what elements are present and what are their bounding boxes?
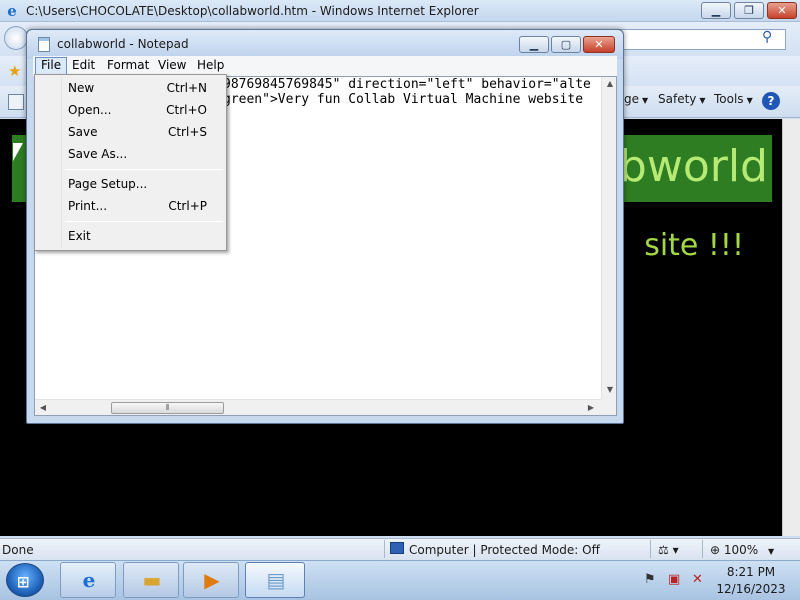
help-icon[interactable]: ? [762, 92, 780, 110]
tools-menu-label: Tools [714, 92, 744, 106]
chevron-down-icon: ▼ [768, 547, 775, 556]
tray-clock-date[interactable]: 12/16/2023 [716, 582, 786, 596]
scrollbar-corner [601, 399, 616, 415]
chevron-down-icon: ▼ [642, 96, 649, 105]
page-menu-label: ge [624, 92, 639, 106]
menu-item-save[interactable]: Save Ctrl+S [37, 121, 224, 143]
menu-view[interactable]: View [153, 57, 191, 75]
menu-item-shortcut: Ctrl+P [168, 199, 207, 213]
ie-minimize-button[interactable]: ▁ [701, 2, 731, 19]
menu-separator [65, 169, 223, 170]
menu-item-shortcut: Ctrl+N [166, 81, 207, 95]
action-center-flag-icon[interactable]: ⚑ [644, 572, 656, 587]
quick-tabs-icon[interactable] [8, 94, 24, 110]
menu-help[interactable]: Help [192, 57, 229, 75]
zoom-control[interactable]: ⊕ 100% ▼ [710, 543, 774, 557]
scroll-up-icon[interactable]: ▲ [602, 79, 616, 88]
notepad-maximize-button[interactable]: ▢ [551, 36, 581, 53]
ie-logo-icon: e [7, 2, 17, 20]
ie-icon: e [82, 568, 96, 592]
network-icon[interactable]: ▣ [668, 572, 680, 587]
notepad-close-button[interactable]: ✕ [583, 36, 615, 53]
menu-item-new[interactable]: New Ctrl+N [37, 77, 224, 99]
menu-item-exit[interactable]: Exit [37, 225, 224, 247]
ie-maximize-button[interactable]: ❐ [734, 2, 764, 19]
safety-menu-label: Safety [658, 92, 697, 106]
notepad-vertical-scrollbar[interactable]: ▲ ▼ [601, 77, 616, 399]
back-button[interactable] [4, 26, 28, 50]
chevron-down-icon: ▼ [746, 96, 753, 105]
status-divider [384, 540, 385, 558]
menu-item-save-as[interactable]: Save As... [37, 143, 224, 165]
favorites-star-icon[interactable]: ★ [8, 62, 21, 80]
chevron-down-icon: ▼ [699, 96, 706, 105]
tools-menu-button[interactable]: Tools ▼ [714, 92, 753, 106]
tray-clock-time[interactable]: 8:21 PM [716, 565, 786, 579]
menu-separator [65, 221, 223, 222]
menu-item-label: Exit [68, 229, 91, 243]
menu-item-label: New [68, 81, 95, 95]
menu-item-label: Save [68, 125, 98, 139]
banner-text: bworld [618, 141, 768, 192]
mouse-cursor-icon [13, 143, 23, 161]
windows-logo-icon: ⊞ [17, 573, 30, 591]
taskbar-ie-button[interactable]: e [60, 562, 116, 598]
ie-window-title: C:\Users\CHOCOLATE\Desktop\collabworld.h… [26, 4, 479, 18]
notepad-icon: ▤ [266, 568, 286, 592]
notepad-menubar: File Edit Format View Help [33, 56, 617, 76]
safety-filter-icon[interactable]: ⚖ ▾ [658, 543, 679, 557]
menu-item-label: Print... [68, 199, 108, 213]
menu-item-open[interactable]: Open... Ctrl+O [37, 99, 224, 121]
menu-item-shortcut: Ctrl+S [167, 125, 207, 139]
file-menu-dropdown: New Ctrl+N Open... Ctrl+O Save Ctrl+S Save … [34, 74, 227, 251]
zoom-icon: ⊕ [710, 543, 721, 557]
scroll-left-icon[interactable]: ◀ [35, 403, 51, 412]
scroll-down-icon[interactable]: ▼ [602, 385, 616, 394]
status-divider [702, 540, 703, 558]
menu-item-label: Page Setup... [68, 177, 148, 191]
page-menu-button[interactable]: ge ▼ [624, 92, 648, 106]
status-divider [650, 540, 651, 558]
taskbar-explorer-button[interactable]: ▬ [123, 562, 179, 598]
status-text: Done [2, 543, 34, 557]
scroll-right-icon[interactable]: ▶ [583, 403, 599, 412]
menu-edit[interactable]: Edit [67, 57, 100, 75]
page-subtext: site !!! [644, 228, 744, 263]
menu-item-print[interactable]: Print... Ctrl+P [37, 195, 224, 217]
safety-menu-button[interactable]: Safety ▼ [658, 92, 706, 106]
horizontal-scroll-thumb[interactable]: ⦀ [111, 402, 224, 414]
media-player-icon: ▶ [204, 568, 220, 592]
menu-format[interactable]: Format [102, 57, 154, 75]
zoom-level: 100% [723, 543, 759, 557]
computer-icon [390, 542, 404, 554]
notepad-minimize-button[interactable]: ▁ [519, 36, 549, 53]
volume-muted-icon[interactable]: ✕ [692, 572, 703, 587]
notepad-icon [38, 37, 50, 52]
folder-icon: ▬ [142, 568, 162, 592]
security-zone-text: Computer | Protected Mode: Off [409, 543, 600, 557]
menu-item-shortcut: Ctrl+O [166, 103, 207, 117]
ie-titlebar: e C:\Users\CHOCOLATE\Desktop\collabworld… [0, 0, 800, 22]
taskbar-media-player-button[interactable]: ▶ [183, 562, 239, 598]
taskbar-notepad-button[interactable]: ▤ [245, 562, 305, 598]
notepad-horizontal-scrollbar[interactable]: ◀ ⦀ ▶ [35, 399, 601, 415]
notepad-titlebar[interactable]: collabworld - Notepad ▁ ▢ ✕ [27, 30, 623, 59]
menu-item-label: Save As... [68, 147, 128, 161]
menu-item-label: Open... [68, 103, 112, 117]
notepad-title: collabworld - Notepad [57, 37, 189, 51]
page-vertical-scrollbar[interactable] [782, 119, 800, 536]
ie-close-button[interactable]: ✕ [767, 2, 797, 19]
menu-file[interactable]: File [35, 57, 68, 75]
search-icon[interactable]: ⚲ [762, 29, 772, 45]
menu-item-page-setup[interactable]: Page Setup... [37, 173, 224, 195]
